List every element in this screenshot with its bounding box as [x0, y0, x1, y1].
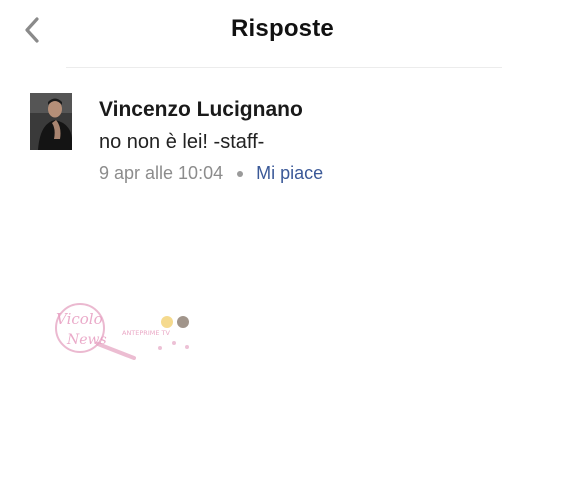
like-button[interactable]: Mi piace	[256, 163, 323, 184]
separator-dot	[237, 170, 244, 177]
svg-text:ANTEPRIME TV: ANTEPRIME TV	[122, 329, 170, 337]
comment-timestamp: 9 apr alle 10:04	[99, 163, 224, 183]
svg-text:Vicolo: Vicolo	[56, 310, 103, 328]
watermark-logo-image: Vicolo News ANTEPRIME TV	[55, 303, 189, 360]
comment-text: no non è lei! -staff-	[99, 131, 265, 153]
page-title: Risposte	[231, 15, 334, 42]
header-divider	[66, 67, 502, 68]
svg-text:News: News	[66, 332, 107, 348]
comment-author[interactable]: Vincenzo Lucignano	[99, 98, 303, 122]
watermark-logo: Vicolo News ANTEPRIME TV	[50, 300, 195, 365]
avatar[interactable]	[30, 93, 72, 150]
avatar-photo	[30, 93, 72, 150]
comment-meta: 9 apr alle 10:04 Mi piace	[99, 163, 323, 184]
header-bar: Risposte	[0, 0, 565, 68]
